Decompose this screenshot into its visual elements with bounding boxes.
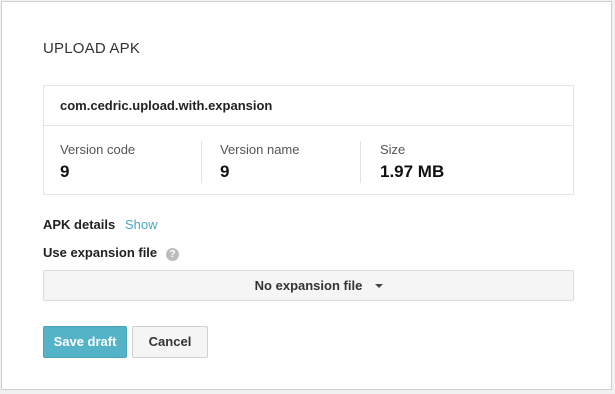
upload-apk-dialog: UPLOAD APK com.cedric.upload.with.expans… bbox=[1, 1, 612, 390]
apk-stats: Version code 9 Version name 9 Size 1.97 … bbox=[44, 126, 573, 196]
apk-summary-card: com.cedric.upload.with.expansion Version… bbox=[43, 85, 574, 195]
caret-down-icon bbox=[375, 284, 383, 288]
apk-details-label: APK details bbox=[43, 217, 116, 232]
cancel-button[interactable]: Cancel bbox=[132, 326, 208, 358]
stat-label: Version code bbox=[60, 142, 136, 157]
stat-value: 1.97 MB bbox=[380, 162, 445, 181]
expansion-file-dropdown[interactable]: No expansion file bbox=[43, 270, 574, 301]
expansion-file-label: Use expansion file bbox=[43, 245, 158, 260]
dialog-title: UPLOAD APK bbox=[43, 40, 141, 57]
package-name: com.cedric.upload.with.expansion bbox=[44, 86, 573, 126]
show-apk-details-link[interactable]: Show bbox=[125, 217, 158, 232]
save-draft-button[interactable]: Save draft bbox=[43, 326, 127, 358]
stat-divider bbox=[360, 141, 361, 183]
stat-label: Size bbox=[380, 142, 406, 157]
stat-value: 9 bbox=[60, 162, 70, 181]
stat-value: 9 bbox=[220, 162, 230, 181]
stat-divider bbox=[201, 141, 202, 183]
stat-label: Version name bbox=[220, 142, 300, 157]
dropdown-selected-value: No expansion file bbox=[254, 278, 363, 293]
help-icon[interactable]: ? bbox=[166, 248, 179, 261]
